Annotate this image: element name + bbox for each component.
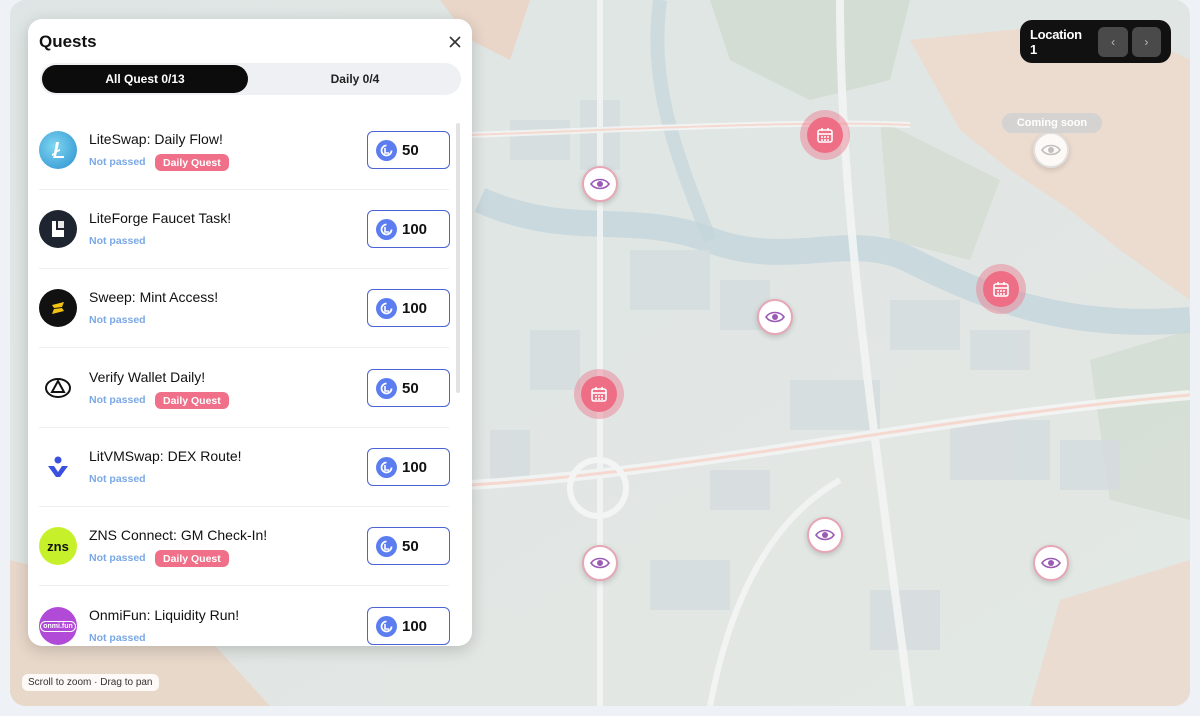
eye-marker[interactable] [1033, 545, 1069, 581]
zns-logo: zns [39, 527, 77, 565]
quest-reward-button[interactable]: 100 [367, 210, 450, 248]
daily-quest-tag: Daily Quest [155, 550, 229, 567]
liteforge-logo [39, 210, 77, 248]
onmifun-logo-text: onmi.fun [40, 620, 76, 632]
quest-status: Not passed [89, 394, 146, 406]
quest-reward-button[interactable]: 100 [367, 289, 450, 327]
quest-status: Not passed [89, 156, 146, 168]
reward-amount: 100 [402, 220, 428, 238]
coin-icon [376, 297, 397, 319]
prev-location-button[interactable]: ‹ [1098, 26, 1128, 57]
liteswap-logo [39, 131, 77, 169]
litvmswap-logo [39, 448, 77, 486]
quest-item[interactable]: LitVMSwap: DEX Route! Not passed 100 [39, 428, 450, 507]
quests-panel: Quests All Quest 0/13 Daily 0/4 LiteSwap… [28, 19, 472, 646]
close-icon [449, 36, 461, 48]
quest-item[interactable]: LiteForge Faucet Task! Not passed 100 [39, 190, 450, 269]
eye-marker[interactable] [582, 545, 618, 581]
quest-reward-button[interactable]: 100 [367, 607, 450, 645]
quest-status: Not passed [89, 235, 146, 247]
location-label: Location 1 [1030, 26, 1082, 57]
close-button[interactable] [446, 33, 464, 51]
eye-icon [1041, 557, 1061, 569]
quest-reward-button[interactable]: 50 [367, 131, 450, 169]
eye-icon [815, 529, 835, 541]
calendar-marker[interactable] [800, 110, 850, 160]
map-hint: Scroll to zoom · Drag to pan [22, 674, 159, 691]
quest-title: OnmiFun: Liquidity Run! [89, 607, 240, 623]
eye-icon [590, 178, 610, 190]
verify-wallet-logo [39, 369, 77, 407]
litecoin-icon [52, 142, 64, 158]
eye-marker-locked [1033, 132, 1069, 168]
panel-title: Quests [39, 32, 97, 51]
daily-quest-tag: Daily Quest [155, 392, 229, 409]
quest-status: Not passed [89, 632, 146, 644]
sweep-logo [39, 289, 77, 327]
quest-list-scrollbar[interactable] [456, 123, 460, 393]
quest-item[interactable]: Verify Wallet Daily! Not passed Daily Qu… [39, 349, 450, 428]
coin-icon [376, 456, 397, 478]
reward-amount: 100 [402, 299, 428, 317]
quest-status: Not passed [89, 552, 146, 564]
litvmswap-icon [48, 456, 68, 477]
coin-icon [376, 535, 397, 557]
quest-status: Not passed [89, 314, 146, 326]
eye-marker[interactable] [807, 517, 843, 553]
coin-icon [376, 615, 397, 637]
eye-marker[interactable] [757, 299, 793, 335]
calendar-icon [993, 282, 1009, 297]
coin-icon [376, 139, 397, 161]
calendar-marker[interactable] [574, 369, 624, 419]
triangle-logo-icon [45, 378, 71, 398]
quest-title: LiteForge Faucet Task! [89, 210, 232, 226]
coin-icon [376, 377, 397, 399]
coin-icon [376, 218, 397, 240]
quest-status: Not passed [89, 473, 146, 485]
eye-icon [765, 311, 785, 323]
quest-item[interactable]: zns ZNS Connect: GM Check-In! Not passed… [39, 507, 450, 586]
quest-reward-button[interactable]: 50 [367, 527, 450, 565]
quest-tabs: All Quest 0/13 Daily 0/4 [40, 63, 461, 95]
quest-reward-button[interactable]: 100 [367, 448, 450, 486]
calendar-icon [817, 128, 833, 143]
eye-icon [1041, 144, 1061, 156]
chevron-right-icon: › [1144, 34, 1149, 49]
eye-marker[interactable] [582, 166, 618, 202]
quest-title: ZNS Connect: GM Check-In! [89, 527, 268, 543]
quest-title: Sweep: Mint Access! [89, 289, 219, 305]
reward-amount: 50 [402, 141, 419, 159]
quest-item[interactable]: Sweep: Mint Access! Not passed 100 [39, 269, 450, 348]
calendar-icon [591, 387, 607, 402]
tab-all-quests[interactable]: All Quest 0/13 [42, 65, 248, 93]
zns-logo-text: zns [47, 538, 69, 554]
liteforge-icon [52, 221, 64, 237]
reward-amount: 100 [402, 617, 428, 635]
quest-reward-button[interactable]: 50 [367, 369, 450, 407]
location-selector: Location 1 ‹ › [1020, 20, 1171, 63]
reward-amount: 100 [402, 458, 428, 476]
calendar-marker[interactable] [976, 264, 1026, 314]
next-location-button[interactable]: › [1131, 26, 1162, 57]
quest-title: Verify Wallet Daily! [89, 369, 206, 385]
eye-icon [590, 557, 610, 569]
reward-amount: 50 [402, 537, 419, 555]
quest-item[interactable]: onmi.fun OnmiFun: Liquidity Run! Not pas… [39, 587, 450, 646]
reward-amount: 50 [402, 379, 419, 397]
quest-item[interactable]: LiteSwap: Daily Flow! Not passed Daily Q… [39, 111, 450, 190]
coming-soon-badge: Coming soon [1002, 113, 1102, 133]
quest-title: LiteSwap: Daily Flow! [89, 131, 223, 147]
tab-daily[interactable]: Daily 0/4 [252, 65, 458, 93]
quest-title: LitVMSwap: DEX Route! [89, 448, 242, 464]
onmifun-logo: onmi.fun [39, 607, 77, 645]
daily-quest-tag: Daily Quest [155, 154, 229, 171]
chevron-left-icon: ‹ [1111, 34, 1116, 49]
sweep-icon [52, 302, 64, 314]
